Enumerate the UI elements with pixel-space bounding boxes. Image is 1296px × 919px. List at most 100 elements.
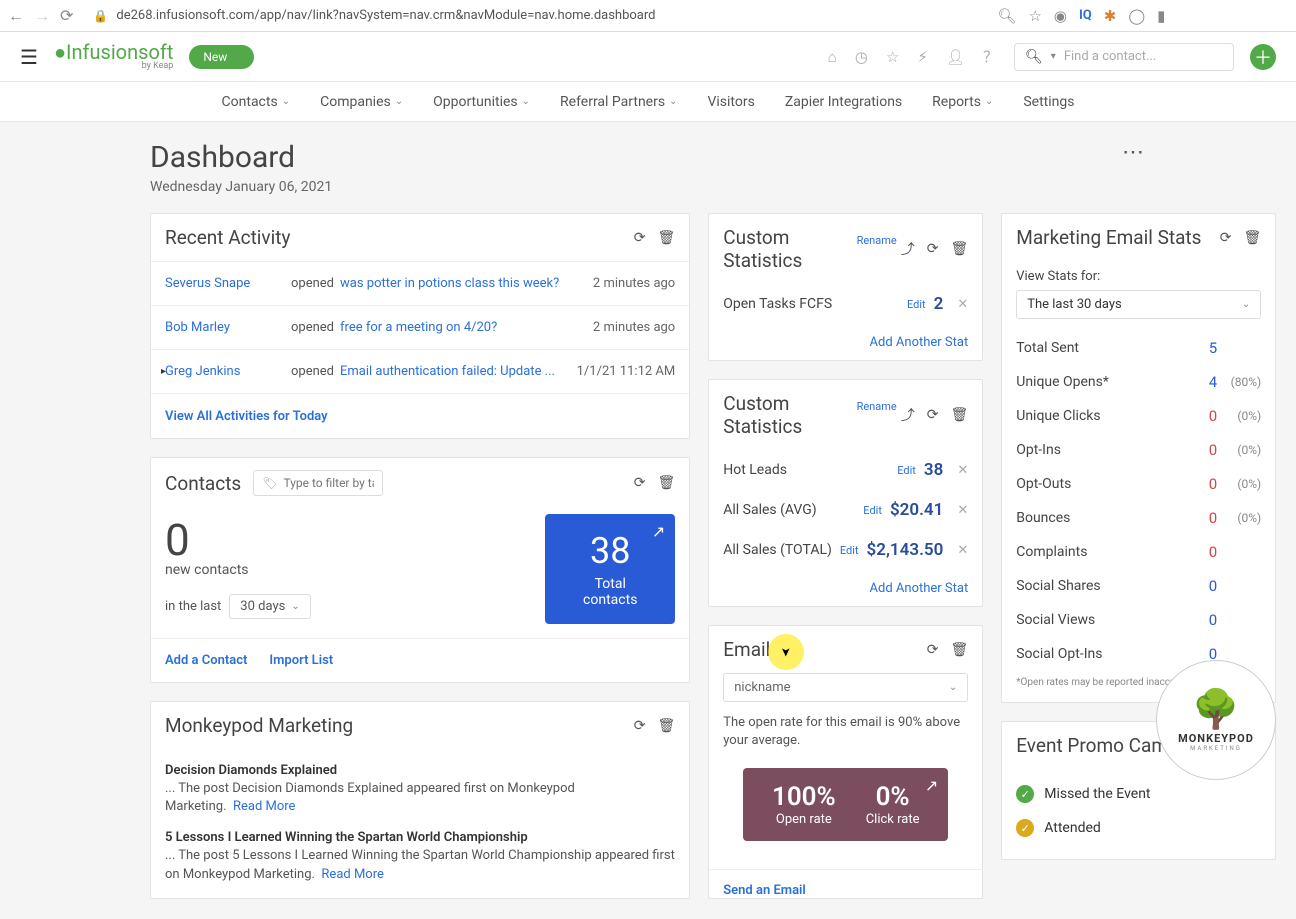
chevron-down-icon: ▾: [1051, 51, 1056, 62]
nav-reports[interactable]: Reports⌄: [932, 94, 993, 110]
total-contacts-card[interactable]: ↗ 38 Total contacts: [545, 514, 675, 624]
url-text: de268.infusionsoft.com/app/nav/link?navS…: [116, 8, 655, 23]
mstat-row[interactable]: Opt-Ins0(0%): [1016, 433, 1261, 467]
refresh-icon[interactable]: ⟳: [927, 241, 939, 257]
mstat-row[interactable]: Unique Opens*4(80%): [1016, 365, 1261, 399]
caret-icon[interactable]: ▸: [161, 366, 166, 377]
share-icon[interactable]: ⤴︎: [901, 405, 915, 425]
url-box[interactable]: 🔒 de268.infusionsoft.com/app/nav/link?na…: [85, 4, 985, 28]
nav-zapier[interactable]: Zapier Integrations: [785, 94, 902, 110]
rename-link[interactable]: Rename: [857, 400, 897, 413]
mstat-row[interactable]: Total Sent5: [1016, 331, 1261, 365]
trash-icon[interactable]: 🗑︎: [950, 241, 968, 257]
home-icon[interactable]: ⌂: [828, 48, 837, 66]
nav-contacts[interactable]: Contacts⌄: [222, 94, 291, 110]
refresh-icon[interactable]: ⟳: [634, 718, 646, 734]
check-icon: ✓: [1016, 785, 1034, 803]
add-contact-link[interactable]: Add a Contact: [165, 653, 247, 668]
custom-stats-card-1: Custom Statistics Rename ⤴︎ ⟳ 🗑︎ Open Ta…: [708, 213, 983, 361]
nav-settings[interactable]: Settings: [1023, 94, 1074, 110]
rate-card: ↗ 100% Open rate 0% Click rate: [743, 768, 948, 841]
object-link[interactable]: Email authentication failed: Update ...: [340, 364, 559, 379]
edit-link[interactable]: Edit: [840, 544, 859, 557]
external-icon[interactable]: ↗: [652, 522, 665, 541]
refresh-icon[interactable]: ⟳: [634, 475, 646, 491]
search-box[interactable]: 🔍︎ ▾: [1014, 43, 1234, 71]
menu-icon[interactable]: ▮: [1157, 7, 1165, 25]
reload-icon[interactable]: ⟳: [60, 6, 73, 25]
mstat-row[interactable]: Complaints0: [1016, 535, 1261, 569]
actor-link[interactable]: Severus Snape: [165, 276, 285, 291]
read-more-link[interactable]: Read More: [233, 799, 295, 814]
event-row[interactable]: ✓ Missed the Event: [1016, 777, 1261, 811]
add-button[interactable]: ＋: [1250, 44, 1276, 70]
actor-link[interactable]: Greg Jenkins: [165, 364, 285, 379]
back-icon[interactable]: ←: [8, 6, 24, 26]
read-more-link[interactable]: Read More: [321, 867, 383, 882]
nav-opportunities[interactable]: Opportunities⌄: [433, 94, 530, 110]
bolt-icon[interactable]: ⚡︎: [917, 48, 928, 66]
add-stat-link[interactable]: Add Another Stat: [870, 335, 969, 350]
recent-activity-card: Recent Activity ⟳ 🗑︎ Severus Snape opene…: [150, 213, 690, 439]
remove-icon[interactable]: ✕: [957, 297, 968, 312]
send-email-link[interactable]: Send an Email: [723, 883, 806, 898]
refresh-icon[interactable]: ⟳: [634, 230, 646, 246]
logo[interactable]: ●Infusionsoft by Keap: [54, 42, 173, 71]
edit-link[interactable]: Edit: [907, 298, 926, 311]
trash-icon[interactable]: 🗑︎: [657, 230, 675, 246]
star-icon[interactable]: ☆: [1028, 7, 1041, 25]
days-select[interactable]: 30 days⌄: [229, 594, 310, 619]
trash-icon[interactable]: 🗑︎: [950, 407, 968, 423]
mp-title: 5 Lessons I Learned Winning the Spartan …: [165, 830, 675, 845]
filter-input[interactable]: 🏷︎: [253, 470, 383, 496]
share-icon[interactable]: ⤴︎: [901, 239, 915, 259]
import-list-link[interactable]: Import List: [269, 653, 333, 668]
nav-referral[interactable]: Referral Partners⌄: [560, 94, 677, 110]
event-row[interactable]: ✓ Attended: [1016, 811, 1261, 845]
profile-icon[interactable]: ◯: [1128, 7, 1145, 25]
user-icon[interactable]: 👤︎: [946, 48, 965, 66]
add-stat-link[interactable]: Add Another Stat: [870, 581, 969, 596]
clock-icon[interactable]: ◷: [855, 48, 868, 66]
trash-icon[interactable]: 🗑︎: [950, 642, 968, 658]
search-input[interactable]: [1064, 49, 1230, 64]
nav-visitors[interactable]: Visitors: [707, 94, 754, 110]
ext-icon-2[interactable]: ✱: [1104, 7, 1117, 25]
remove-icon[interactable]: ✕: [957, 543, 968, 558]
more-icon[interactable]: ⋯: [1122, 140, 1146, 165]
object-link[interactable]: free for a meeting on 4/20?: [340, 320, 559, 335]
mstat-row[interactable]: Opt-Outs0(0%): [1016, 467, 1261, 501]
star2-icon[interactable]: ☆: [886, 48, 899, 66]
remove-icon[interactable]: ✕: [957, 463, 968, 478]
search-icon[interactable]: 🔍︎: [997, 7, 1016, 25]
external-icon[interactable]: ↗: [925, 776, 938, 795]
mstat-row[interactable]: Social Views0: [1016, 603, 1261, 637]
view-all-link[interactable]: View All Activities for Today: [165, 409, 328, 424]
tree-icon: 🌳: [1192, 688, 1239, 732]
mstat-row[interactable]: Social Shares0: [1016, 569, 1261, 603]
object-link[interactable]: was potter in potions class this week?: [340, 276, 559, 291]
trash-icon[interactable]: 🗑︎: [1243, 230, 1261, 246]
period-select[interactable]: The last 30 days⌄: [1016, 290, 1261, 319]
refresh-icon[interactable]: ⟳: [1220, 230, 1232, 246]
trash-icon[interactable]: 🗑︎: [657, 475, 675, 491]
remove-icon[interactable]: ✕: [957, 503, 968, 518]
trash-icon[interactable]: 🗑︎: [657, 718, 675, 734]
actor-link[interactable]: Bob Marley: [165, 320, 285, 335]
edit-link[interactable]: Edit: [897, 464, 916, 477]
ext-icon-iq[interactable]: IQ: [1079, 8, 1092, 23]
mstat-row[interactable]: Unique Clicks0(0%): [1016, 399, 1261, 433]
forward-icon[interactable]: →: [34, 6, 50, 26]
nav-companies[interactable]: Companies⌄: [320, 94, 403, 110]
new-button[interactable]: New ⌄: [189, 45, 253, 69]
mstat-row[interactable]: Bounces0(0%): [1016, 501, 1261, 535]
help-icon[interactable]: ？: [983, 46, 998, 67]
hamburger-icon[interactable]: ☰: [20, 45, 38, 69]
email-select[interactable]: nickname⌄: [723, 673, 968, 702]
edit-link[interactable]: Edit: [863, 504, 882, 517]
refresh-icon[interactable]: ⟳: [927, 642, 939, 658]
rename-link[interactable]: Rename: [857, 234, 897, 247]
refresh-icon[interactable]: ⟳: [927, 407, 939, 423]
monkeypod-badge[interactable]: 🌳 MONKEYPOD MARKETING: [1156, 660, 1276, 780]
ext-icon-1[interactable]: ◉: [1054, 7, 1067, 25]
